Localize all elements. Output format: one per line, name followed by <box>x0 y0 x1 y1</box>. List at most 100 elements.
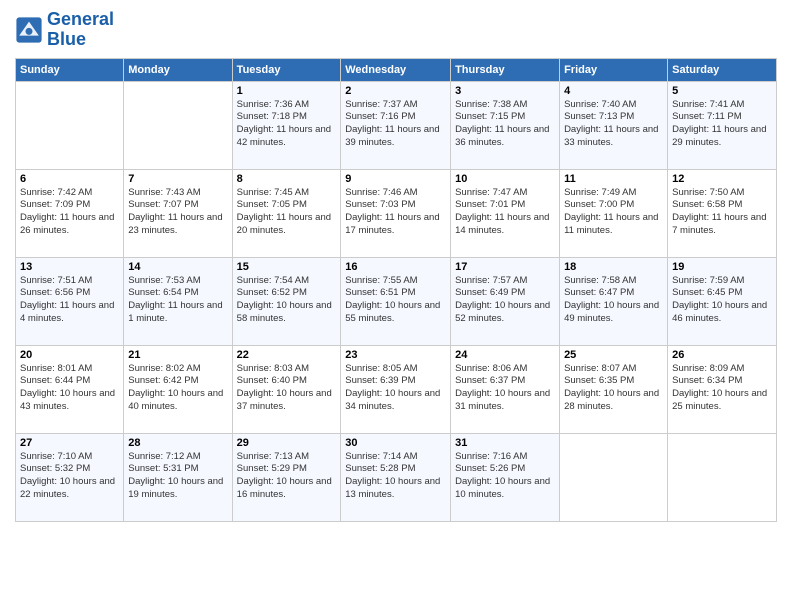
day-number: 31 <box>455 437 555 449</box>
calendar-cell: 22Sunrise: 8:03 AM Sunset: 6:40 PM Dayli… <box>232 345 341 433</box>
calendar-cell: 20 Sunrise: 8:01 AM Sunset: 6:44 PM Dayli… <box>16 345 124 433</box>
calendar-week-1: 1 Sunrise: 7:36 AM Sunset: 7:18 PM Daylig… <box>16 81 777 169</box>
header-row: SundayMondayTuesdayWednesdayThursdayFrid… <box>16 58 777 81</box>
calendar-cell <box>668 433 777 521</box>
day-info: Sunrise: 8:07 AM Sunset: 6:35 PM Dayligh… <box>564 363 663 414</box>
calendar-cell: 31Sunrise: 7:16 AM Sunset: 5:26 PM Dayli… <box>451 433 560 521</box>
day-number: 23 <box>345 349 446 361</box>
calendar-cell: 29 Sunrise: 7:13 AM Sunset: 5:29 PM Dayli… <box>232 433 341 521</box>
day-number: 7 <box>128 173 227 185</box>
calendar-cell: 15 Sunrise: 7:54 AM Sunset: 6:52 PM Dayli… <box>232 257 341 345</box>
day-number: 26 <box>672 349 772 361</box>
day-number: 10 <box>455 173 555 185</box>
calendar-cell: 6 Sunrise: 7:42 AM Sunset: 7:09 PM Daylig… <box>16 169 124 257</box>
calendar-cell <box>16 81 124 169</box>
calendar-cell: 27 Sunrise: 7:10 AM Sunset: 5:32 PM Dayli… <box>16 433 124 521</box>
calendar-cell: 18Sunrise: 7:58 AM Sunset: 6:47 PM Dayli… <box>560 257 668 345</box>
day-info: Sunrise: 7:55 AM Sunset: 6:51 PM Dayligh… <box>345 275 446 326</box>
day-info: Sunrise: 7:53 AM Sunset: 6:54 PM Dayligh… <box>128 275 227 326</box>
day-info: Sunrise: 7:38 AM Sunset: 7:15 PM Dayligh… <box>455 99 555 150</box>
day-number: 12 <box>672 173 772 185</box>
day-number: 6 <box>20 173 119 185</box>
day-info: Sunrise: 7:36 AM Sunset: 7:18 PM Dayligh… <box>237 99 337 150</box>
day-number: 29 <box>237 437 337 449</box>
day-info: Sunrise: 7:58 AM Sunset: 6:47 PM Dayligh… <box>564 275 663 326</box>
day-info: Sunrise: 7:12 AM Sunset: 5:31 PM Dayligh… <box>128 451 227 502</box>
day-info: Sunrise: 8:05 AM Sunset: 6:39 PM Dayligh… <box>345 363 446 414</box>
calendar-cell <box>124 81 232 169</box>
day-info: Sunrise: 7:14 AM Sunset: 5:28 PM Dayligh… <box>345 451 446 502</box>
day-number: 1 <box>237 85 337 97</box>
calendar-cell: 4Sunrise: 7:40 AM Sunset: 7:13 PM Daylig… <box>560 81 668 169</box>
calendar-week-2: 6 Sunrise: 7:42 AM Sunset: 7:09 PM Daylig… <box>16 169 777 257</box>
calendar-cell: 13Sunrise: 7:51 AM Sunset: 6:56 PM Dayli… <box>16 257 124 345</box>
day-info: Sunrise: 7:42 AM Sunset: 7:09 PM Dayligh… <box>20 187 119 238</box>
day-info: Sunrise: 7:10 AM Sunset: 5:32 PM Dayligh… <box>20 451 119 502</box>
day-info: Sunrise: 7:47 AM Sunset: 7:01 PM Dayligh… <box>455 187 555 238</box>
logo-icon <box>15 16 43 44</box>
day-number: 16 <box>345 261 446 273</box>
header-cell-wednesday: Wednesday <box>341 58 451 81</box>
calendar-week-5: 27 Sunrise: 7:10 AM Sunset: 5:32 PM Dayli… <box>16 433 777 521</box>
header-cell-friday: Friday <box>560 58 668 81</box>
calendar-cell: 11 Sunrise: 7:49 AM Sunset: 7:00 PM Dayli… <box>560 169 668 257</box>
day-info: Sunrise: 7:13 AM Sunset: 5:29 PM Dayligh… <box>237 451 337 502</box>
day-info: Sunrise: 8:09 AM Sunset: 6:34 PM Dayligh… <box>672 363 772 414</box>
day-info: Sunrise: 8:02 AM Sunset: 6:42 PM Dayligh… <box>128 363 227 414</box>
day-info: Sunrise: 7:45 AM Sunset: 7:05 PM Dayligh… <box>237 187 337 238</box>
calendar-cell: 5Sunrise: 7:41 AM Sunset: 7:11 PM Daylig… <box>668 81 777 169</box>
day-number: 8 <box>237 173 337 185</box>
calendar-cell: 25 Sunrise: 8:07 AM Sunset: 6:35 PM Dayli… <box>560 345 668 433</box>
calendar-table: SundayMondayTuesdayWednesdayThursdayFrid… <box>15 58 777 522</box>
logo-name: General Blue <box>47 10 114 50</box>
day-info: Sunrise: 7:37 AM Sunset: 7:16 PM Dayligh… <box>345 99 446 150</box>
header-cell-tuesday: Tuesday <box>232 58 341 81</box>
day-number: 30 <box>345 437 446 449</box>
day-number: 22 <box>237 349 337 361</box>
calendar-page: General Blue SundayMondayTuesdayWednesda… <box>0 0 792 612</box>
calendar-cell: 14 Sunrise: 7:53 AM Sunset: 6:54 PM Dayli… <box>124 257 232 345</box>
calendar-cell: 28 Sunrise: 7:12 AM Sunset: 5:31 PM Dayli… <box>124 433 232 521</box>
calendar-cell: 3 Sunrise: 7:38 AM Sunset: 7:15 PM Daylig… <box>451 81 560 169</box>
day-number: 25 <box>564 349 663 361</box>
day-number: 27 <box>20 437 119 449</box>
day-info: Sunrise: 7:49 AM Sunset: 7:00 PM Dayligh… <box>564 187 663 238</box>
calendar-cell: 7 Sunrise: 7:43 AM Sunset: 7:07 PM Daylig… <box>124 169 232 257</box>
calendar-cell: 30 Sunrise: 7:14 AM Sunset: 5:28 PM Dayli… <box>341 433 451 521</box>
header-cell-saturday: Saturday <box>668 58 777 81</box>
calendar-cell: 17 Sunrise: 7:57 AM Sunset: 6:49 PM Dayli… <box>451 257 560 345</box>
header-cell-monday: Monday <box>124 58 232 81</box>
day-info: Sunrise: 7:57 AM Sunset: 6:49 PM Dayligh… <box>455 275 555 326</box>
header-cell-sunday: Sunday <box>16 58 124 81</box>
calendar-cell: 8 Sunrise: 7:45 AM Sunset: 7:05 PM Daylig… <box>232 169 341 257</box>
day-number: 2 <box>345 85 446 97</box>
calendar-cell: 12Sunrise: 7:50 AM Sunset: 6:58 PM Dayli… <box>668 169 777 257</box>
calendar-cell: 9Sunrise: 7:46 AM Sunset: 7:03 PM Daylig… <box>341 169 451 257</box>
calendar-cell: 10 Sunrise: 7:47 AM Sunset: 7:01 PM Dayli… <box>451 169 560 257</box>
calendar-cell: 16 Sunrise: 7:55 AM Sunset: 6:51 PM Dayli… <box>341 257 451 345</box>
day-info: Sunrise: 8:01 AM Sunset: 6:44 PM Dayligh… <box>20 363 119 414</box>
logo: General Blue <box>15 10 114 50</box>
day-number: 14 <box>128 261 227 273</box>
day-info: Sunrise: 7:59 AM Sunset: 6:45 PM Dayligh… <box>672 275 772 326</box>
calendar-cell: 26 Sunrise: 8:09 AM Sunset: 6:34 PM Dayli… <box>668 345 777 433</box>
header-cell-thursday: Thursday <box>451 58 560 81</box>
day-number: 20 <box>20 349 119 361</box>
day-info: Sunrise: 7:40 AM Sunset: 7:13 PM Dayligh… <box>564 99 663 150</box>
day-info: Sunrise: 7:54 AM Sunset: 6:52 PM Dayligh… <box>237 275 337 326</box>
day-number: 13 <box>20 261 119 273</box>
calendar-week-4: 20 Sunrise: 8:01 AM Sunset: 6:44 PM Dayli… <box>16 345 777 433</box>
calendar-cell: 21Sunrise: 8:02 AM Sunset: 6:42 PM Dayli… <box>124 345 232 433</box>
day-number: 15 <box>237 261 337 273</box>
calendar-cell: 2 Sunrise: 7:37 AM Sunset: 7:16 PM Daylig… <box>341 81 451 169</box>
day-number: 3 <box>455 85 555 97</box>
page-header: General Blue <box>15 10 777 50</box>
day-number: 28 <box>128 437 227 449</box>
day-info: Sunrise: 8:06 AM Sunset: 6:37 PM Dayligh… <box>455 363 555 414</box>
day-info: Sunrise: 7:43 AM Sunset: 7:07 PM Dayligh… <box>128 187 227 238</box>
calendar-cell: 19Sunrise: 7:59 AM Sunset: 6:45 PM Dayli… <box>668 257 777 345</box>
day-number: 17 <box>455 261 555 273</box>
calendar-cell: 1 Sunrise: 7:36 AM Sunset: 7:18 PM Daylig… <box>232 81 341 169</box>
calendar-cell <box>560 433 668 521</box>
day-number: 11 <box>564 173 663 185</box>
